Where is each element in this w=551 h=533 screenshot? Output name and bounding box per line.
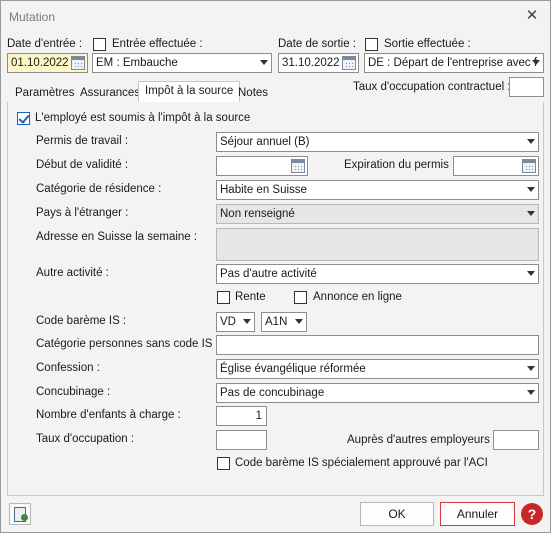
chevron-down-icon bbox=[532, 60, 540, 65]
categorie-residence-select[interactable]: Habite en Suisse bbox=[216, 180, 539, 200]
concubinage-value: Pas de concubinage bbox=[220, 387, 325, 399]
tab-notes[interactable]: Notes bbox=[238, 87, 268, 103]
chevron-down-icon bbox=[527, 390, 535, 395]
concubinage-label: Concubinage : bbox=[36, 386, 111, 398]
enfants-label: Nombre d'enfants à charge : bbox=[36, 409, 181, 421]
date-sortie-label: Date de sortie : bbox=[278, 38, 356, 50]
annonce-en-ligne-label: Annonce en ligne bbox=[313, 291, 402, 303]
close-icon[interactable]: ✕ bbox=[522, 6, 542, 26]
categorie-sans-code-field[interactable] bbox=[216, 335, 539, 355]
sortie-type-select[interactable]: DE : Départ de l'entreprise avec f bbox=[364, 53, 544, 73]
date-entree-value: 01.10.2022 bbox=[11, 57, 69, 69]
pays-etranger-select[interactable]: Non renseigné bbox=[216, 204, 539, 224]
expiration-label: Expiration du permis : bbox=[344, 159, 456, 171]
confession-label: Confession : bbox=[36, 362, 100, 374]
dialog-footer: OK Annuler ? bbox=[1, 498, 550, 532]
bareme-approuve-label: Code barème IS spécialement approuvé par… bbox=[235, 457, 488, 469]
code-bareme-label: Code barème IS : bbox=[36, 315, 127, 327]
tab-parametres[interactable]: Paramètres bbox=[15, 87, 74, 103]
taux-contractuel-label: Taux d'occupation contractuel : bbox=[353, 81, 511, 93]
concubinage-select[interactable]: Pas de concubinage bbox=[216, 383, 539, 403]
sortie-effectuee-label: Sortie effectuée : bbox=[384, 38, 471, 50]
date-sortie-value: 31.10.2022 bbox=[282, 57, 340, 69]
entree-type-value: EM : Embauche bbox=[96, 57, 178, 69]
categorie-residence-label: Catégorie de résidence : bbox=[36, 183, 162, 195]
ok-button[interactable]: OK bbox=[360, 502, 434, 526]
entree-type-select[interactable]: EM : Embauche bbox=[92, 53, 272, 73]
date-sortie-field[interactable]: 31.10.2022 bbox=[278, 53, 359, 73]
entree-effectuee-checkbox[interactable] bbox=[93, 38, 106, 51]
sortie-effectuee-checkbox[interactable] bbox=[365, 38, 378, 51]
confession-value: Église évangélique réformée bbox=[220, 363, 366, 375]
calendar-icon[interactable] bbox=[342, 56, 356, 70]
autre-activite-label: Autre activité : bbox=[36, 267, 109, 279]
code-bareme-code-select[interactable]: A1N bbox=[261, 312, 307, 332]
autre-activite-value: Pas d'autre activité bbox=[220, 268, 317, 280]
soumis-impot-checkbox[interactable] bbox=[17, 112, 30, 125]
adresse-suisse-label: Adresse en Suisse la semaine : bbox=[36, 231, 198, 243]
mutation-dialog: Mutation ✕ Date d'entrée : Entrée effect… bbox=[0, 0, 551, 533]
chevron-down-icon bbox=[527, 366, 535, 371]
calendar-icon[interactable] bbox=[291, 159, 305, 173]
tab-impot-a-la-source[interactable]: Impôt à la source bbox=[138, 81, 241, 103]
rente-label: Rente bbox=[235, 291, 266, 303]
chevron-down-icon bbox=[527, 271, 535, 276]
tab-assurances[interactable]: Assurances bbox=[80, 87, 140, 103]
chevron-down-icon bbox=[527, 139, 535, 144]
categorie-sans-code-label: Catégorie personnes sans code IS : bbox=[36, 338, 219, 350]
autre-activite-select[interactable]: Pas d'autre activité bbox=[216, 264, 539, 284]
permis-label: Permis de travail : bbox=[36, 135, 129, 147]
soumis-impot-label: L'employé est soumis à l'impôt à la sour… bbox=[35, 112, 251, 124]
adresse-suisse-field[interactable] bbox=[216, 228, 539, 261]
entree-effectuee-label: Entrée effectuée : bbox=[112, 38, 203, 50]
taux-occupation-label: Taux d'occupation : bbox=[36, 433, 135, 445]
calendar-icon[interactable] bbox=[71, 56, 85, 70]
chevron-down-icon bbox=[260, 60, 268, 65]
chevron-down-icon bbox=[527, 187, 535, 192]
date-entree-label: Date d'entrée : bbox=[7, 38, 83, 50]
code-bareme-canton-select[interactable]: VD bbox=[216, 312, 255, 332]
taux-contractuel-field[interactable] bbox=[509, 77, 544, 97]
debut-validite-label: Début de validité : bbox=[36, 159, 129, 171]
window-title: Mutation bbox=[9, 10, 56, 24]
document-tool-icon[interactable] bbox=[9, 503, 31, 525]
autres-employeurs-field[interactable] bbox=[493, 430, 539, 450]
chevron-down-icon bbox=[243, 319, 251, 324]
help-icon[interactable]: ? bbox=[521, 503, 543, 525]
pays-etranger-label: Pays à l'étranger : bbox=[36, 207, 129, 219]
sortie-type-value: DE : Départ de l'entreprise avec f bbox=[368, 57, 538, 69]
permis-select[interactable]: Séjour annuel (B) bbox=[216, 132, 539, 152]
debut-validite-field[interactable] bbox=[216, 156, 308, 176]
annonce-en-ligne-checkbox[interactable] bbox=[294, 291, 307, 304]
code-bareme-canton-value: VD bbox=[220, 316, 236, 328]
permis-value: Séjour annuel (B) bbox=[220, 136, 310, 148]
pays-etranger-value: Non renseigné bbox=[220, 208, 295, 220]
rente-checkbox[interactable] bbox=[217, 291, 230, 304]
taux-occupation-field[interactable] bbox=[216, 430, 267, 450]
code-bareme-code-value: A1N bbox=[265, 316, 288, 328]
bareme-approuve-checkbox[interactable] bbox=[217, 457, 230, 470]
enfants-field[interactable]: 1 bbox=[216, 406, 267, 426]
autres-employeurs-label: Auprès d'autres employeurs : bbox=[347, 434, 497, 446]
confession-select[interactable]: Église évangélique réformée bbox=[216, 359, 539, 379]
annuler-button[interactable]: Annuler bbox=[440, 502, 515, 526]
title-bar: Mutation ✕ bbox=[1, 1, 550, 32]
date-entree-field[interactable]: 01.10.2022 bbox=[7, 53, 88, 73]
calendar-icon[interactable] bbox=[522, 159, 536, 173]
chevron-down-icon bbox=[295, 319, 303, 324]
categorie-residence-value: Habite en Suisse bbox=[220, 184, 307, 196]
chevron-down-icon bbox=[527, 211, 535, 216]
expiration-field[interactable] bbox=[453, 156, 539, 176]
